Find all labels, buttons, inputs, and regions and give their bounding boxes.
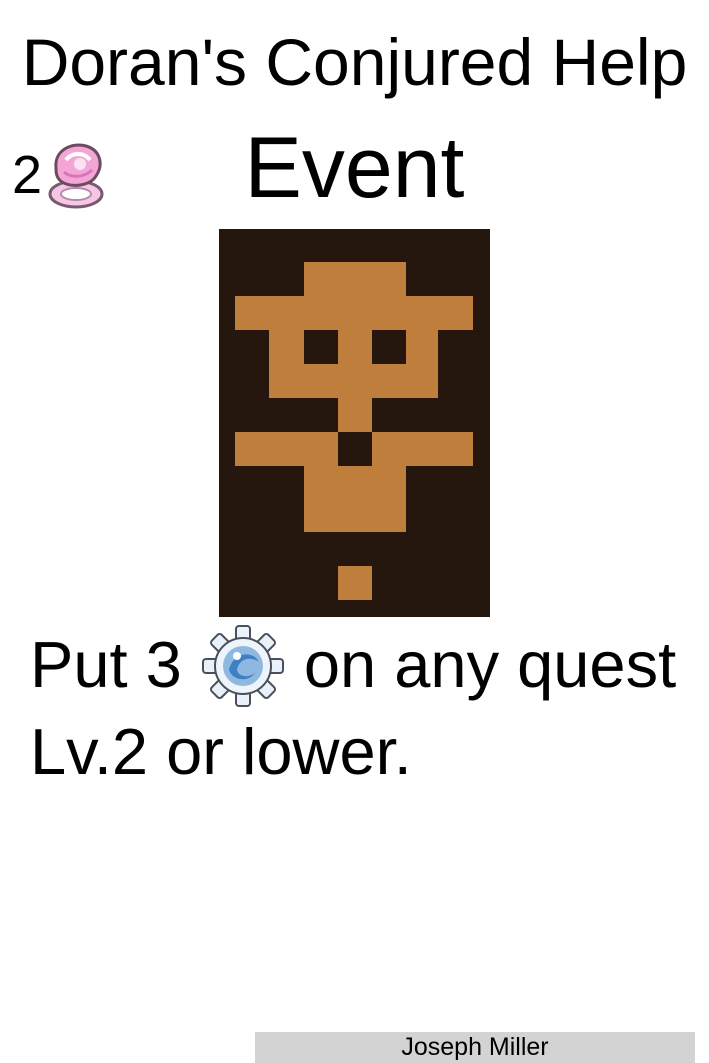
card-text: Put 3 on any quest Lv.2 or lower. [30,622,700,795]
card-text-part-2: on any quest [303,628,677,701]
card-text-part-1: Put 3 [30,628,182,701]
card-art-pixel-figure [219,229,490,617]
card-title: Doran's Conjured Help [21,25,688,99]
card-text-line-2: Lv.2 or lower. [30,715,412,788]
card-type: Event [244,120,465,216]
artist-credit: Joseph Miller [255,1032,695,1063]
blue-gear-token-icon [201,625,284,707]
card-text-line-1: Put 3 on any quest [30,622,700,709]
